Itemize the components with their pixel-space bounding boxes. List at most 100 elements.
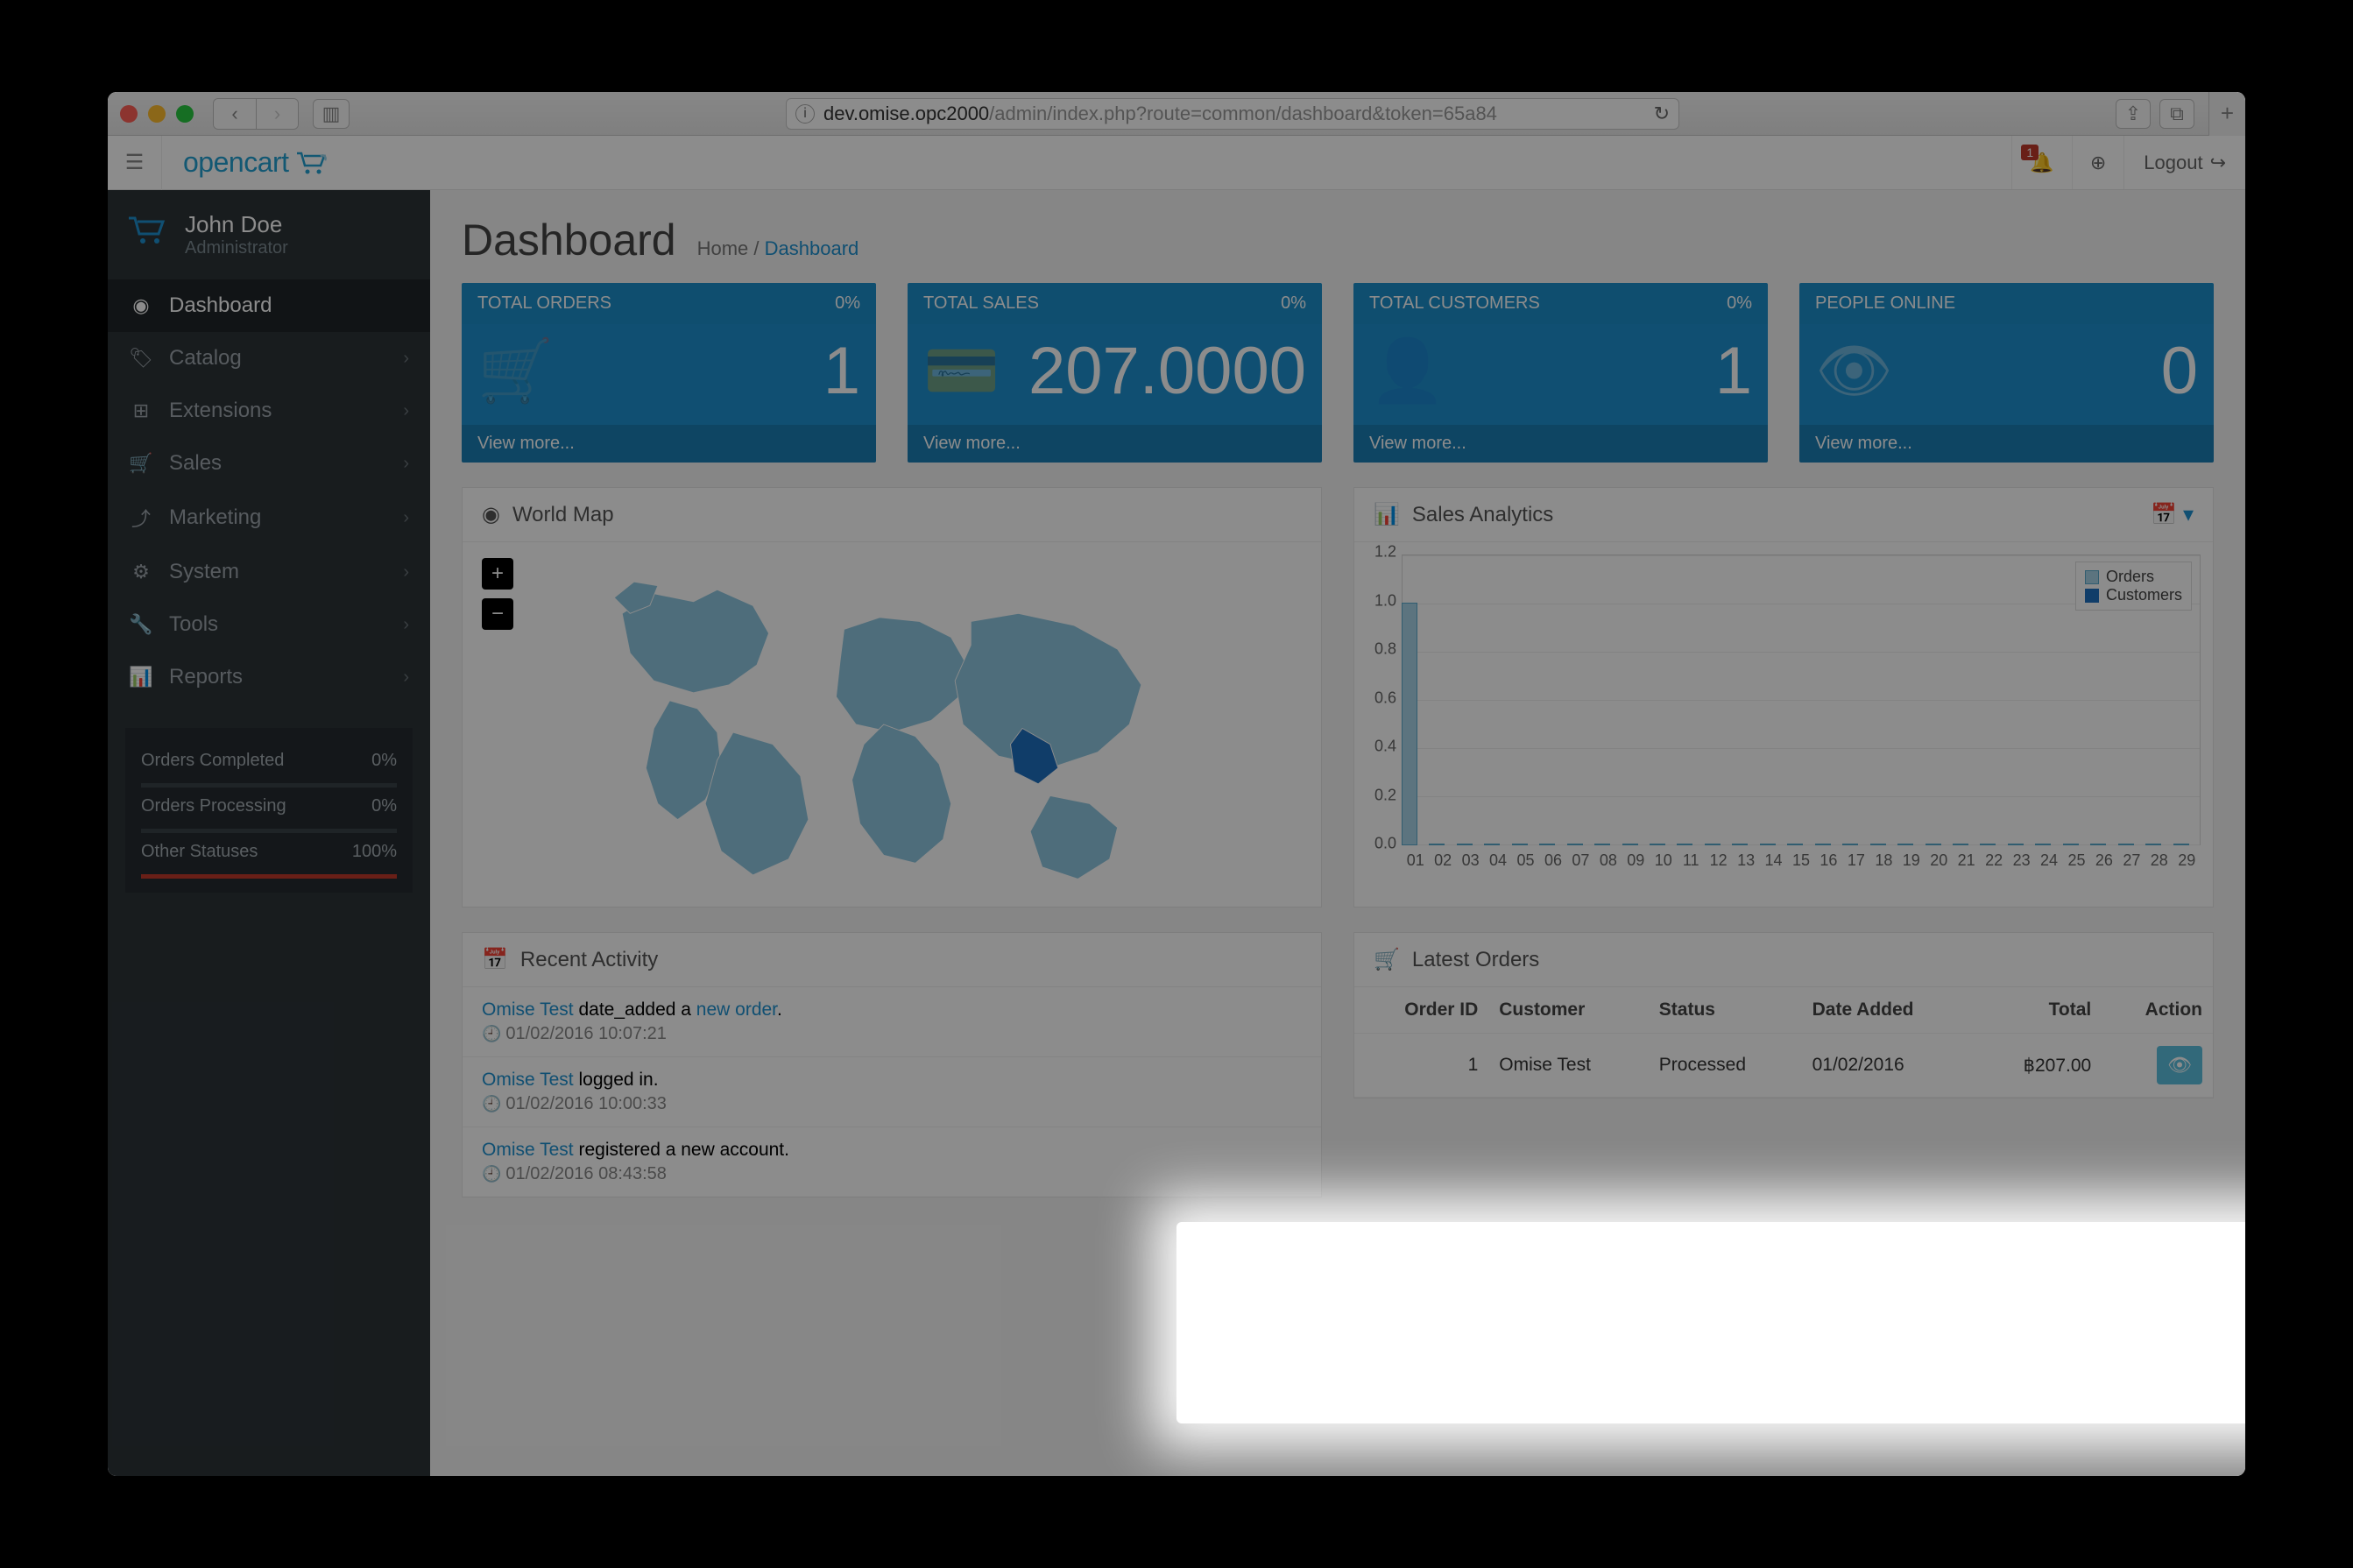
stat-orders-processing: Orders Processing0%: [141, 788, 397, 825]
logout-button[interactable]: Logout ↪: [2123, 136, 2245, 189]
sidebar-item-tools[interactable]: 🔧Tools›: [108, 598, 430, 651]
activity-user-link[interactable]: Omise Test: [482, 1140, 574, 1160]
order-id: 1: [1354, 1034, 1488, 1098]
back-button[interactable]: ‹: [214, 99, 256, 129]
activity-time: 01/02/2016 10:00:33: [482, 1094, 1302, 1114]
col-action: Action: [2102, 987, 2213, 1034]
stat-tile: TOTAL CUSTOMERS0% 👤1 View more...: [1353, 283, 1768, 463]
breadcrumb-current[interactable]: Dashboard: [765, 237, 859, 259]
tile-title: TOTAL ORDERS: [477, 293, 611, 314]
tile-view-more[interactable]: View more...: [908, 425, 1322, 463]
address-bar[interactable]: i dev.omise.opc2000/admin/index.php?rout…: [786, 98, 1679, 130]
gear-icon: ⚙: [129, 561, 153, 583]
tag-icon: 🏷: [129, 347, 153, 370]
tile-pct: 0%: [835, 293, 860, 314]
zoom-out-button[interactable]: −: [482, 598, 513, 630]
col-status: Status: [1649, 987, 1802, 1034]
tabs-button[interactable]: ⧉: [2159, 99, 2194, 129]
maximize-window-icon[interactable]: [176, 105, 194, 123]
nav-buttons: ‹ ›: [213, 98, 299, 130]
tile-title: TOTAL SALES: [923, 293, 1039, 314]
minimize-window-icon[interactable]: [148, 105, 166, 123]
tile-icon: 👁: [1815, 335, 1903, 407]
eye-icon: ◉: [482, 502, 500, 527]
sidebar-item-sales[interactable]: 🛒Sales›: [108, 437, 430, 490]
calendar-dropdown-button[interactable]: 📅 ▾: [2151, 502, 2194, 527]
tile-pct: 0%: [1281, 293, 1306, 314]
user-name: John Doe: [185, 211, 288, 238]
sidebar-item-dashboard[interactable]: ◉Dashboard: [108, 279, 430, 332]
user-role: Administrator: [185, 238, 288, 258]
latest-orders-panel: 🛒Latest Orders Order ID Customer Status …: [1353, 932, 2214, 1098]
tile-value: 207.0000: [1028, 333, 1306, 409]
tile-view-more[interactable]: View more...: [462, 425, 876, 463]
world-map[interactable]: [482, 558, 1302, 891]
activity-user-link[interactable]: Omise Test: [482, 999, 574, 1020]
stat-tile: TOTAL SALES0% 💳207.0000 View more...: [908, 283, 1322, 463]
sidebar-item-reports[interactable]: 📊Reports›: [108, 651, 430, 703]
breadcrumb-home[interactable]: Home: [697, 237, 749, 259]
sidebar-item-marketing[interactable]: ⤴Marketing›: [108, 490, 430, 546]
chevron-right-icon: ›: [403, 562, 409, 583]
tile-value: 1: [1715, 333, 1752, 409]
share-button[interactable]: ⇪: [2116, 99, 2151, 129]
url-text: dev.omise.opc2000/admin/index.php?route=…: [823, 102, 1645, 125]
tile-view-more[interactable]: View more...: [1799, 425, 2214, 463]
tile-value: 0: [2161, 333, 2198, 409]
app-topbar: ☰ opencart 1 🔔 ⊕ Logout ↪: [108, 136, 2245, 190]
calendar-icon: 📅: [482, 947, 508, 972]
logo-text: opencart: [183, 146, 289, 179]
col-total: Total: [1975, 987, 2102, 1034]
cart-icon: 🛒: [1374, 947, 1400, 972]
panel-title: World Map: [512, 503, 614, 527]
page-title: Dashboard: [462, 215, 676, 265]
cart-icon: [294, 150, 329, 176]
sales-chart: 0.00.20.40.60.81.01.20102030405060708091…: [1361, 546, 2206, 870]
panel-title: Recent Activity: [520, 948, 658, 972]
tile-value: 1: [823, 333, 860, 409]
browser-sidebar-toggle[interactable]: ▥: [313, 99, 350, 129]
menu-toggle-button[interactable]: ☰: [108, 136, 162, 190]
stat-orders-completed: Orders Completed0%: [141, 742, 397, 780]
chevron-right-icon: ›: [403, 508, 409, 528]
activity-item: Omise Test date_added a new order.01/02/…: [463, 987, 1321, 1056]
order-customer: Omise Test: [1488, 1034, 1649, 1098]
logout-icon: ↪: [2210, 152, 2226, 174]
notifications-button[interactable]: 1 🔔: [2011, 136, 2071, 189]
recent-activity-panel: 📅 Recent Activity Omise Test date_added a…: [462, 932, 1322, 1197]
chart-legend: Orders Customers: [2075, 562, 2192, 611]
stat-other-statuses: Other Statuses100%: [141, 833, 397, 871]
tile-title: PEOPLE ONLINE: [1815, 293, 1955, 314]
logo[interactable]: opencart: [162, 146, 350, 179]
world-map-panel: ◉ World Map + −: [462, 487, 1322, 908]
chevron-right-icon: ›: [403, 615, 409, 635]
forward-button[interactable]: ›: [256, 99, 298, 129]
sidebar-item-extensions[interactable]: ⊞Extensions›: [108, 385, 430, 437]
browser-toolbar: ‹ › ▥ i dev.omise.opc2000/admin/index.ph…: [108, 92, 2245, 136]
tile-pct: 0%: [1727, 293, 1752, 314]
col-date: Date Added: [1802, 987, 1975, 1034]
close-window-icon[interactable]: [120, 105, 138, 123]
activity-item: Omise Test logged in.01/02/2016 10:00:33: [463, 1056, 1321, 1127]
new-tab-button[interactable]: +: [2208, 92, 2245, 136]
stat-tile: PEOPLE ONLINE 👁 0 View more...: [1799, 283, 2214, 463]
sidebar-item-system[interactable]: ⚙System›: [108, 546, 430, 598]
activity-user-link[interactable]: Omise Test: [482, 1070, 574, 1090]
wrench-icon: 🔧: [129, 613, 153, 636]
content-area: Dashboard Home / Dashboard TOTAL ORDERS0…: [430, 190, 2245, 1476]
view-order-button[interactable]: 👁: [2157, 1046, 2202, 1084]
logout-label: Logout: [2144, 152, 2202, 174]
store-front-button[interactable]: ⊕: [2072, 136, 2123, 189]
zoom-in-button[interactable]: +: [482, 558, 513, 590]
window-controls: [120, 105, 194, 123]
sales-analytics-panel: 📊 Sales Analytics 📅 ▾ 0.00.20.40.60.81.0…: [1353, 487, 2214, 908]
sidebar-item-catalog[interactable]: 🏷Catalog›: [108, 332, 430, 385]
chevron-right-icon: ›: [403, 349, 409, 369]
notification-badge: 1: [2021, 145, 2039, 160]
order-total: ฿207.00: [1975, 1034, 2102, 1098]
tile-view-more[interactable]: View more...: [1353, 425, 1768, 463]
bar-chart-icon: 📊: [1374, 502, 1400, 527]
activity-time: 01/02/2016 10:07:21: [482, 1024, 1302, 1044]
reload-icon[interactable]: ↻: [1654, 102, 1670, 125]
activity-link[interactable]: new order: [696, 999, 777, 1020]
